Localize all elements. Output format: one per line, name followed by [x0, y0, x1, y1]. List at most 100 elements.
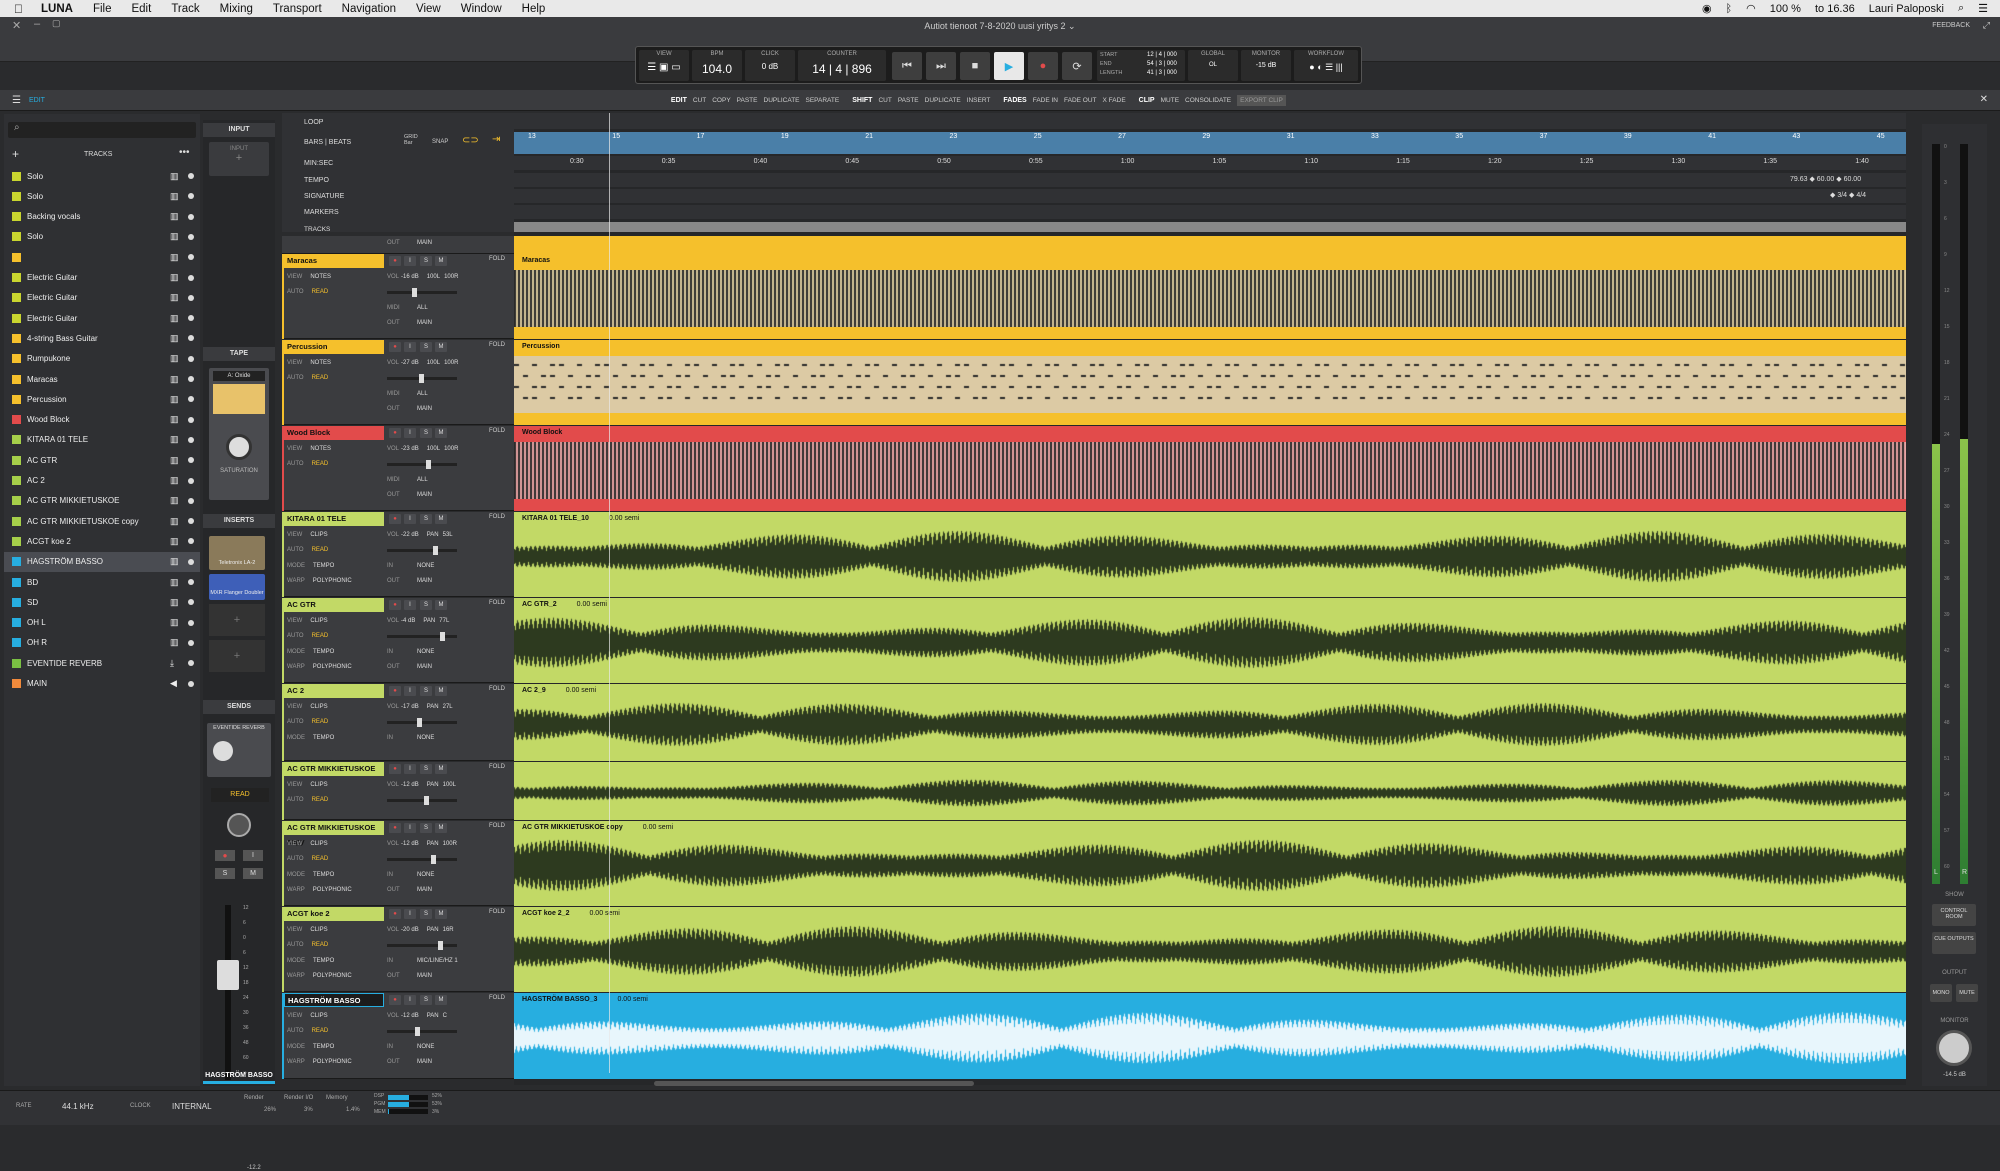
loop-button[interactable]: ⟳	[1062, 52, 1092, 80]
track-visible-dot[interactable]	[188, 660, 194, 667]
track-header-name[interactable]: AC GTR	[284, 598, 384, 612]
track-visible-dot[interactable]	[188, 619, 194, 626]
track-list-item[interactable]: AC 2 ▥	[4, 471, 200, 491]
track-visible-dot[interactable]	[188, 376, 194, 382]
horizontal-scrollbar[interactable]	[654, 1081, 974, 1086]
track-input-button[interactable]: I	[404, 764, 416, 774]
track-list-item[interactable]: 4-string Bass Guitar ▥	[4, 328, 200, 348]
auto-row[interactable]: AUTO READ	[287, 547, 328, 553]
track-list-item[interactable]: Percussion ▥	[4, 389, 200, 409]
insert-slot-4[interactable]: +	[209, 640, 265, 672]
menu-track[interactable]: Track	[171, 3, 199, 15]
volume-row[interactable]: VOL -17 dB PAN 27L	[387, 704, 453, 710]
clip-header[interactable]: HAGSTRÖM BASSO_3 0.00 semi	[514, 993, 1906, 1007]
track-option-row[interactable]: WARP POLYPHONIC OUT MAIN	[287, 664, 507, 670]
playhead[interactable]	[609, 113, 610, 1073]
link-icon[interactable]: ⊂⊃	[462, 135, 479, 146]
feedback-button[interactable]: FEEDBACK	[1932, 22, 1970, 29]
track-list-item[interactable]: Solo ▥	[4, 227, 200, 247]
x-fade-button[interactable]: X FADE	[1103, 97, 1126, 104]
send-slot[interactable]: EVENTIDE REVERB	[207, 723, 271, 777]
track-list-item[interactable]: AC GTR ▥	[4, 450, 200, 470]
track-input-button[interactable]: I	[404, 686, 416, 696]
signature-ruler[interactable]: ◆ 3/4 ◆ 4/4	[514, 189, 1906, 203]
clip-header[interactable]: AC GTR_2 0.00 semi	[514, 598, 1906, 612]
track-solo-button[interactable]: S	[420, 909, 432, 919]
auto-row[interactable]: AUTO READ	[287, 1028, 328, 1034]
close-panel-icon[interactable]: ✕	[1980, 94, 1988, 105]
track-lane[interactable]: AC GTR MIKKIETUSKOE copy 0.00 semi	[514, 821, 1906, 906]
track-header[interactable]: Percussion ● I S M FOLD VIEW NOTES AUTO READ VOL -2…	[282, 340, 514, 425]
expand-icon[interactable]: ⤢	[1983, 20, 1990, 31]
volume-row[interactable]: VOL -12 dB PAN 100R	[387, 841, 457, 847]
fold-button[interactable]: FOLD	[489, 823, 505, 829]
clip-header[interactable]: Wood Block	[514, 426, 1906, 440]
menu-navigation[interactable]: Navigation	[342, 3, 396, 15]
track-lane[interactable]: Wood Block	[514, 426, 1906, 511]
track-lane[interactable]: HAGSTRÖM BASSO_3 0.00 semi	[514, 993, 1906, 1079]
menu-file[interactable]: File	[93, 3, 112, 15]
fold-button[interactable]: FOLD	[489, 256, 505, 262]
track-input-button[interactable]: I	[404, 909, 416, 919]
track-header[interactable]: HAGSTRÖM BASSO ● I S M FOLD VIEW CLIPS AUTO READ V…	[282, 993, 514, 1079]
forward-button[interactable]: ⏭	[926, 52, 956, 80]
rate-value[interactable]: 44.1 kHz	[62, 1102, 94, 1111]
clip-content[interactable]	[514, 270, 1906, 327]
track-mute-button[interactable]: M	[435, 764, 447, 774]
track-header[interactable]: AC GTR MIKKIETUSKOE ● I S M FOLD VIEW CLIPS AUTO…	[282, 762, 514, 820]
bluetooth-icon[interactable]: ᛒ	[1726, 3, 1733, 15]
clock-value[interactable]: INTERNAL	[172, 1102, 212, 1111]
fold-button[interactable]: FOLD	[489, 995, 505, 1001]
menu-icon[interactable]: ☰	[12, 95, 21, 106]
track-visible-dot[interactable]	[188, 213, 194, 220]
track-header-name[interactable]: AC GTR MIKKIETUSKOE copy	[284, 821, 384, 846]
track-input-button[interactable]: I	[404, 342, 416, 352]
strip-solo-icon[interactable]: S	[215, 868, 235, 879]
track-header[interactable]: Maracas ● I S M FOLD VIEW NOTES AUTO READ VOL -16 d…	[282, 254, 514, 339]
track-option-row[interactable]: WARP POLYPHONIC OUT MAIN	[287, 578, 507, 584]
volume-row[interactable]: VOL -22 dB PAN 53L	[387, 532, 453, 538]
mute-button[interactable]: MUTE	[1161, 97, 1179, 104]
view-row[interactable]: VIEW CLIPS	[287, 782, 328, 788]
view-row[interactable]: VIEW CLIPS	[287, 1013, 328, 1019]
markers-ruler[interactable]	[514, 205, 1906, 219]
track-header-name[interactable]: HAGSTRÖM BASSO	[284, 993, 384, 1007]
consolidate-button[interactable]: CONSOLIDATE	[1185, 97, 1231, 104]
auto-row[interactable]: AUTO READ	[287, 719, 328, 725]
track-record-icon[interactable]: ●	[389, 686, 401, 696]
clip-header[interactable]: Percussion	[514, 340, 1906, 354]
track-visible-dot[interactable]	[188, 579, 194, 585]
separate-button[interactable]: SEPARATE	[806, 97, 840, 104]
view-row[interactable]: VIEW CLIPS	[287, 841, 328, 847]
edit-tab[interactable]: EDIT	[29, 97, 45, 104]
track-solo-button[interactable]: S	[420, 764, 432, 774]
auto-row[interactable]: AUTO READ	[287, 461, 328, 467]
stop-button[interactable]: ■	[960, 52, 990, 80]
track-list-item[interactable]: AC GTR MIKKIETUSKOE ▥	[4, 491, 200, 511]
snap-button[interactable]: SNAP	[432, 139, 448, 145]
track-option-row[interactable]: MODE TEMPO IN NONE	[287, 872, 507, 878]
track-solo-button[interactable]: S	[420, 514, 432, 524]
track-visible-dot[interactable]	[188, 193, 194, 200]
track-header[interactable]: AC GTR ● I S M FOLD VIEW CLIPS AUTO READ VOL -4 dB P…	[282, 598, 514, 683]
track-header-name[interactable]: ACGT koe 2	[284, 907, 384, 921]
range-section[interactable]: START END LENGTH 12 | 4 | 000 54 | 3 | 0…	[1097, 50, 1185, 81]
clip-content[interactable]	[514, 528, 1906, 585]
auto-row[interactable]: AUTO READ	[287, 856, 328, 862]
volume-slider-handle[interactable]	[431, 855, 436, 864]
fold-button[interactable]: FOLD	[489, 600, 505, 606]
track-header[interactable]: AC 2 ● I S M FOLD VIEW CLIPS AUTO READ VOL -17 dB PA…	[282, 684, 514, 761]
strip-record-icon[interactable]: ●	[215, 850, 235, 861]
insert-slot-3[interactable]: +	[209, 604, 265, 636]
track-visible-dot[interactable]	[188, 518, 194, 525]
bars-ruler[interactable]: 13 15 17 19 21 23 25 27 29 31 33 35 37 39 41 43 45	[514, 132, 1906, 154]
track-mute-button[interactable]: M	[435, 823, 447, 833]
view-row[interactable]: VIEW NOTES	[287, 274, 331, 280]
track-option-row[interactable]: WARP POLYPHONIC OUT MAIN	[287, 1059, 507, 1065]
track-visible-dot[interactable]	[188, 254, 194, 261]
track-input-button[interactable]: I	[404, 428, 416, 438]
track-header-name[interactable]: Percussion	[284, 340, 384, 354]
volume-slider[interactable]	[387, 549, 457, 552]
volume-slider-handle[interactable]	[440, 632, 445, 641]
track-record-icon[interactable]: ●	[389, 823, 401, 833]
